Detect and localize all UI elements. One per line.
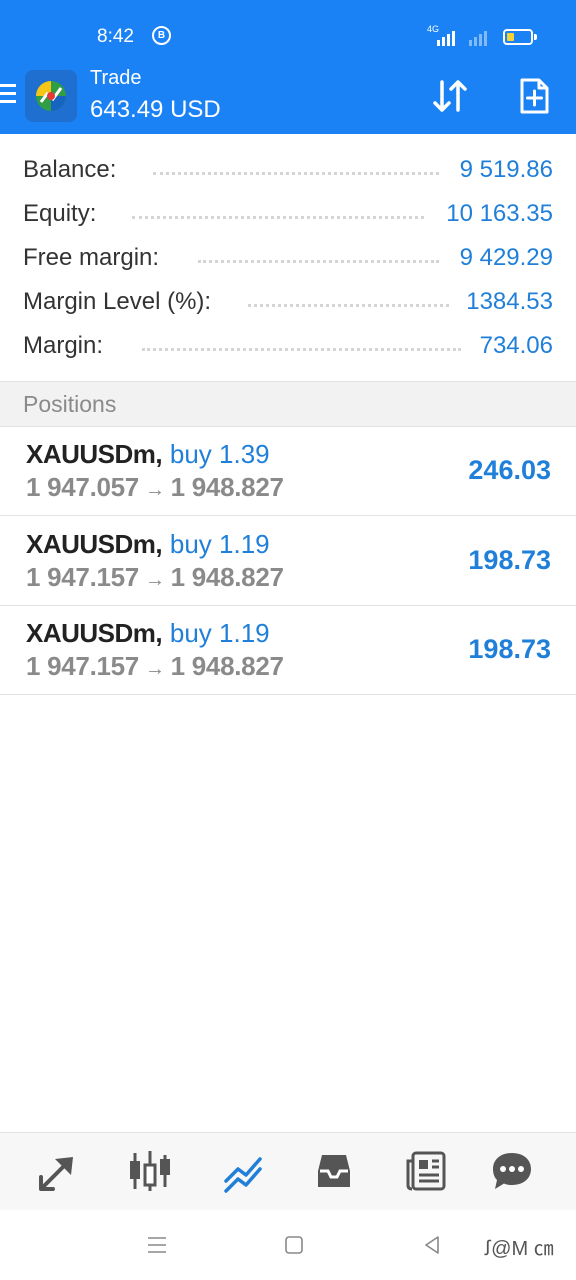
position-symbol: XAUUSDm [26, 439, 156, 469]
dotted-leader [153, 169, 439, 175]
current-price: 1 948.827 [170, 472, 284, 502]
position-profit: 198.73 [468, 545, 551, 575]
summary-row-margin: Margin: 734.06 [0, 325, 576, 369]
position-separator: , [155, 439, 163, 469]
signal-bar-icon [447, 34, 450, 46]
trade-lines-icon[interactable] [219, 1147, 267, 1195]
summary-row-equity: Equity: 10 163.35 [0, 193, 576, 237]
arrow-right-icon: → [144, 569, 165, 591]
bottom-tab-bar [0, 1132, 576, 1210]
open-price: 1 947.057 [26, 472, 139, 502]
summary-row-margin-level: Margin Level (%): 1384.53 [0, 281, 576, 325]
newspaper-icon[interactable] [402, 1147, 450, 1195]
position-row[interactable]: XAUUSDm, buy 1.19 1 947.157 → 1 948.827 19… [0, 606, 576, 695]
position-title: XAUUSDm, buy 1.39 [26, 439, 270, 470]
dotted-leader [248, 301, 449, 307]
dotted-leader [132, 213, 424, 219]
summary-value: 9 429.29 [459, 244, 553, 271]
watermark: ꭍ@M ㎝ [484, 1238, 554, 1260]
candlestick-icon[interactable] [126, 1147, 174, 1195]
notification-badge-icon: B [152, 26, 171, 45]
back-triangle-icon[interactable] [417, 1230, 447, 1260]
dotted-leader [142, 345, 461, 351]
signal-bar-icon [469, 40, 472, 46]
dotted-leader [198, 257, 439, 263]
position-symbol: XAUUSDm [26, 529, 156, 559]
battery-level-fill [507, 33, 514, 41]
new-order-icon[interactable] [514, 76, 554, 116]
system-navigation-bar: ꭍ@M ㎝ [0, 1210, 576, 1280]
signal-bar-icon [479, 34, 482, 46]
position-title: XAUUSDm, buy 1.19 [26, 529, 270, 560]
summary-value: 734.06 [479, 332, 553, 359]
section-title: Positions [23, 391, 117, 417]
quotes-arrows-icon[interactable] [35, 1147, 83, 1195]
menu-lines-icon[interactable] [142, 1230, 172, 1260]
position-separator: , [155, 618, 163, 648]
signal-bar-icon [437, 40, 440, 46]
hamburger-menu-icon[interactable] [0, 84, 16, 106]
status-time: 8:42 [97, 26, 134, 47]
summary-label: Balance: [23, 156, 117, 183]
metatrader-logo-icon [25, 70, 77, 122]
position-symbol: XAUUSDm [26, 618, 156, 648]
position-side-volume: buy 1.19 [169, 529, 270, 559]
position-prices: 1 947.157 → 1 948.827 [26, 651, 284, 682]
summary-label: Equity: [23, 200, 97, 227]
inbox-tray-icon[interactable] [310, 1147, 358, 1195]
network-type-label: 4G [427, 24, 440, 34]
summary-value: 1384.53 [466, 288, 553, 315]
home-square-icon[interactable] [279, 1230, 309, 1260]
app-root: 8:42 B 4G Trade 643.49 USD Balance: 9 51… [0, 0, 576, 1280]
positions-section-header: Positions [0, 381, 576, 427]
sort-arrows-icon[interactable] [430, 76, 470, 116]
position-prices: 1 947.057 → 1 948.827 [26, 472, 284, 503]
status-indicators: 4G [425, 24, 545, 50]
summary-value: 9 519.86 [459, 156, 553, 183]
position-side-volume: buy 1.19 [169, 618, 270, 648]
summary-row-free-margin: Free margin: 9 429.29 [0, 237, 576, 281]
summary-label: Free margin: [23, 244, 160, 271]
arrow-right-icon: → [144, 658, 165, 680]
summary-value: 10 163.35 [446, 200, 553, 227]
position-separator: , [155, 529, 163, 559]
position-profit: 198.73 [468, 634, 551, 664]
arrow-right-icon: → [144, 479, 165, 501]
battery-tip [534, 34, 537, 40]
signal-bar-icon [442, 37, 445, 46]
page-title: Trade [90, 67, 142, 89]
position-title: XAUUSDm, buy 1.19 [26, 618, 270, 649]
position-row[interactable]: XAUUSDm, buy 1.19 1 947.157 → 1 948.827 19… [0, 517, 576, 606]
app-header: 8:42 B 4G Trade 643.49 USD [0, 0, 576, 134]
account-profit-total: 643.49 USD [90, 96, 221, 123]
summary-row-balance: Balance: 9 519.86 [0, 149, 576, 193]
battery-icon [503, 29, 533, 45]
signal-bar-icon [484, 31, 487, 46]
position-row[interactable]: XAUUSDm, buy 1.39 1 947.057 → 1 948.827 24… [0, 427, 576, 516]
signal-bar-icon [452, 31, 455, 46]
position-prices: 1 947.157 → 1 948.827 [26, 562, 284, 593]
current-price: 1 948.827 [170, 651, 284, 681]
summary-label: Margin: [23, 332, 104, 359]
signal-bar-icon [474, 37, 477, 46]
open-price: 1 947.157 [26, 651, 139, 681]
position-profit: 246.03 [468, 455, 551, 485]
position-side-volume: buy 1.39 [169, 439, 270, 469]
open-price: 1 947.157 [26, 562, 139, 592]
current-price: 1 948.827 [170, 562, 284, 592]
summary-label: Margin Level (%): [23, 288, 212, 315]
chat-bubble-icon[interactable] [488, 1147, 536, 1195]
